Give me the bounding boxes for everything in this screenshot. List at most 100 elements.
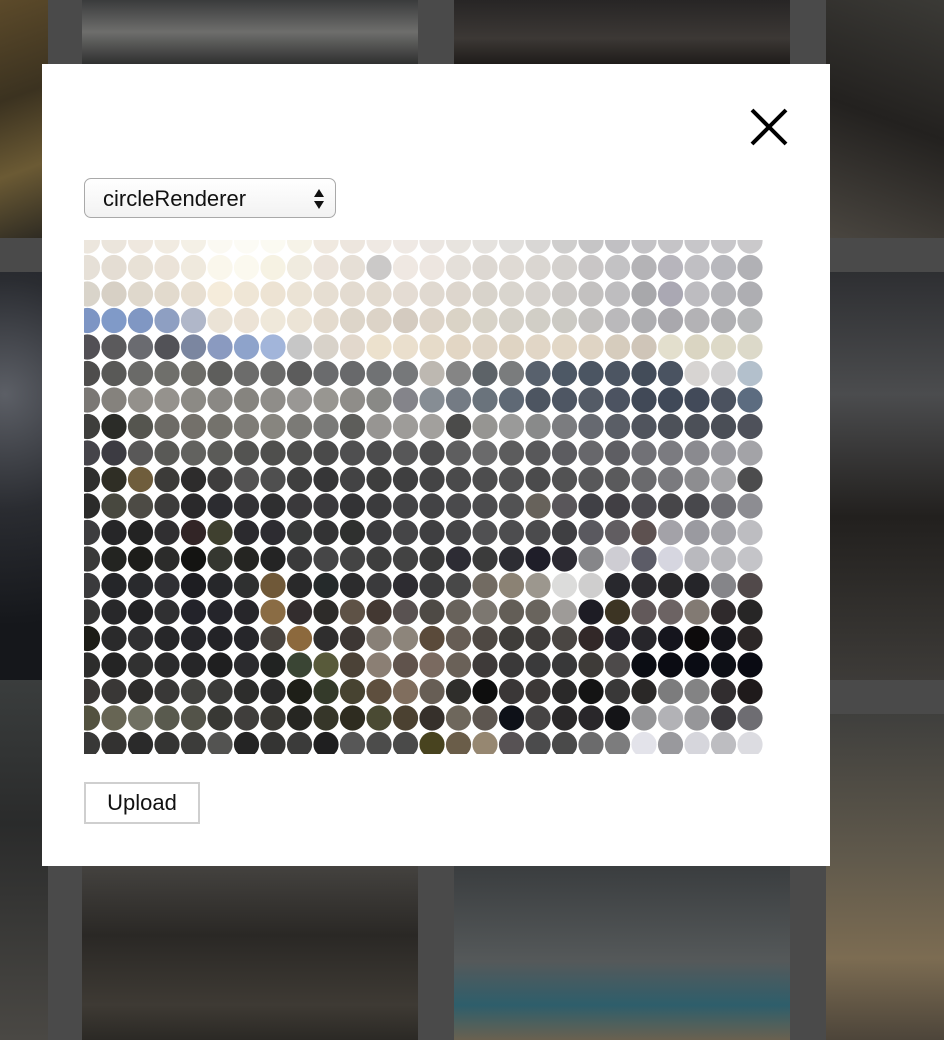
mosaic-dot — [286, 678, 313, 705]
mosaic-dot — [366, 240, 392, 254]
mosaic-dot — [101, 493, 127, 519]
mosaic-dot — [286, 307, 313, 334]
mosaic-dot — [472, 334, 498, 360]
mosaic-dot — [154, 599, 180, 625]
mosaic-dot — [498, 731, 525, 754]
mosaic-dot — [101, 387, 127, 413]
gallery-thumbnail[interactable] — [82, 866, 418, 1040]
mosaic-dot — [578, 413, 604, 440]
mosaic-dot — [498, 493, 525, 519]
mosaic-dot — [684, 307, 710, 334]
mosaic-dot — [710, 360, 737, 387]
gallery-thumbnail[interactable] — [826, 272, 944, 680]
mosaic-dot — [127, 334, 154, 360]
mosaic-dot — [657, 240, 684, 254]
mosaic-dot — [684, 519, 710, 546]
gallery-thumbnail[interactable] — [454, 0, 790, 64]
mosaic-dot — [419, 546, 445, 572]
mosaic-dot — [604, 519, 631, 546]
mosaic-dot — [127, 240, 154, 254]
mosaic-dot — [233, 493, 260, 519]
mosaic-dot — [472, 281, 498, 307]
mosaic-dot — [578, 440, 604, 466]
mosaic-dot — [260, 307, 286, 334]
mosaic-dot — [233, 731, 260, 754]
mosaic-dot — [127, 572, 154, 599]
gallery-thumbnail[interactable] — [0, 272, 48, 680]
mosaic-dot — [684, 254, 710, 281]
mosaic-dot — [710, 440, 737, 466]
circle-mosaic — [84, 240, 763, 754]
mosaic-dot — [445, 240, 472, 254]
mosaic-dot — [154, 705, 180, 731]
mosaic-dot — [419, 360, 445, 387]
mosaic-dot — [366, 678, 392, 705]
mosaic-dot — [737, 360, 763, 387]
mosaic-dot — [525, 493, 551, 519]
mosaic-dot — [84, 466, 101, 493]
mosaic-dot — [392, 625, 419, 652]
gallery-thumbnail[interactable] — [0, 0, 48, 238]
gallery-thumbnail[interactable] — [82, 0, 418, 64]
mosaic-dot — [233, 599, 260, 625]
mosaic-dot — [657, 572, 684, 599]
gallery-thumbnail[interactable] — [826, 0, 944, 238]
mosaic-dot — [260, 625, 286, 652]
mosaic-dot — [101, 599, 127, 625]
mosaic-dot — [392, 466, 419, 493]
mosaic-dot — [445, 466, 472, 493]
mosaic-dot — [260, 413, 286, 440]
mosaic-dot — [445, 334, 472, 360]
mosaic-dot — [604, 572, 631, 599]
mosaic-dot — [419, 705, 445, 731]
mosaic-dot — [578, 360, 604, 387]
close-button[interactable] — [748, 106, 790, 148]
mosaic-dot — [445, 678, 472, 705]
mosaic-dot — [313, 572, 339, 599]
mosaic-dot — [313, 413, 339, 440]
mosaic-dot — [366, 334, 392, 360]
mosaic-dot — [260, 731, 286, 754]
mosaic-dot — [578, 546, 604, 572]
mosaic-dot — [339, 519, 366, 546]
mosaic-dot — [366, 360, 392, 387]
mosaic-dot — [657, 307, 684, 334]
mosaic-dot — [631, 254, 657, 281]
mosaic-dot — [737, 519, 763, 546]
mosaic-dot — [127, 307, 154, 334]
mosaic-dot — [498, 678, 525, 705]
mosaic-dot — [207, 599, 233, 625]
mosaic-dot — [472, 360, 498, 387]
mosaic-dot — [101, 572, 127, 599]
mosaic-dot — [180, 360, 207, 387]
gallery-thumbnail[interactable] — [0, 680, 48, 1040]
mosaic-dot — [578, 519, 604, 546]
gallery-thumbnail[interactable] — [826, 714, 944, 1040]
mosaic-dot — [313, 281, 339, 307]
mosaic-dot — [498, 281, 525, 307]
mosaic-dot — [339, 599, 366, 625]
mosaic-dot — [631, 599, 657, 625]
mosaic-dot — [445, 254, 472, 281]
mosaic-dot — [366, 625, 392, 652]
mosaic-dot — [472, 546, 498, 572]
gallery-thumbnail[interactable] — [454, 866, 790, 1040]
mosaic-dot — [154, 334, 180, 360]
mosaic-dot — [551, 413, 578, 440]
mosaic-dot — [84, 546, 101, 572]
mosaic-dot — [525, 731, 551, 754]
mosaic-dot — [472, 387, 498, 413]
renderer-select[interactable]: circleRenderer — [84, 178, 336, 218]
mosaic-dot — [286, 240, 313, 254]
mosaic-dot — [445, 413, 472, 440]
mosaic-dot — [154, 281, 180, 307]
mosaic-dot — [525, 334, 551, 360]
mosaic-dot — [604, 625, 631, 652]
mosaic-dot — [498, 652, 525, 678]
mosaic-dot — [551, 546, 578, 572]
mosaic-dot — [313, 360, 339, 387]
mosaic-dot — [313, 519, 339, 546]
mosaic-dot — [339, 254, 366, 281]
mosaic-dot — [419, 599, 445, 625]
upload-button[interactable]: Upload — [84, 782, 200, 824]
